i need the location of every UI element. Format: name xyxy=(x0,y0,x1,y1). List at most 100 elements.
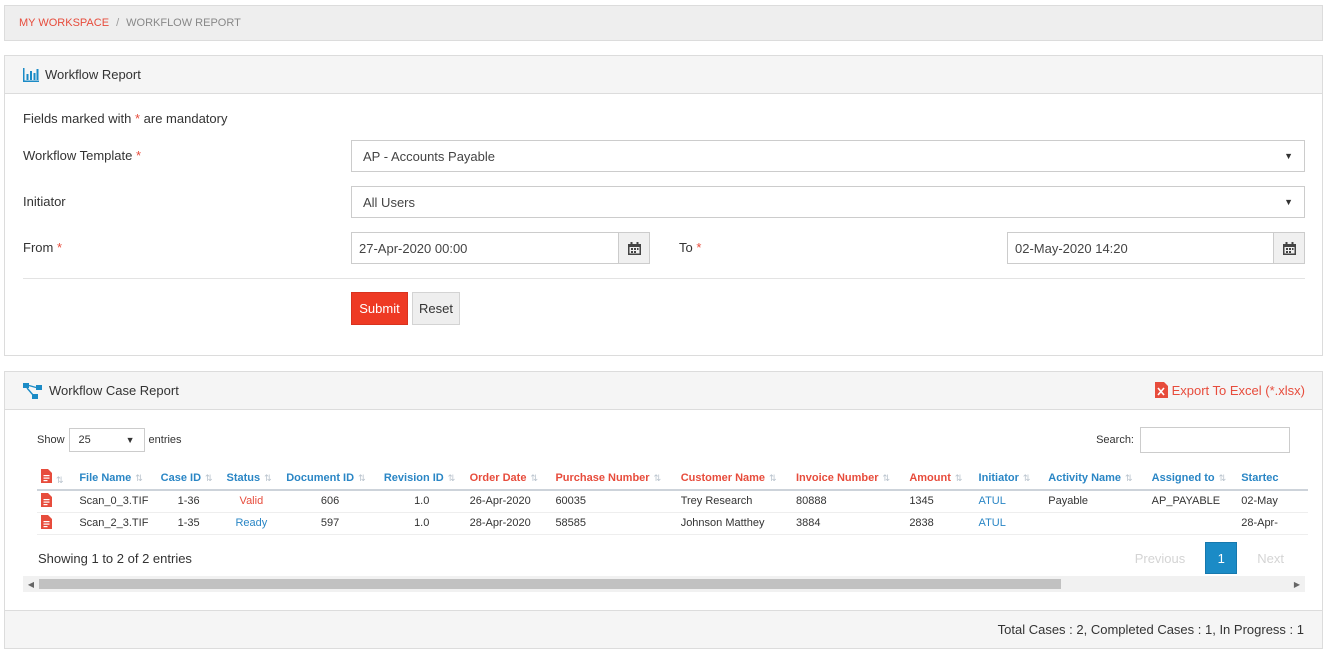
to-label: To * xyxy=(679,240,702,255)
mandatory-note: Fields marked with * are mandatory xyxy=(23,111,228,126)
col-revision-id[interactable]: Revision ID ⇅ xyxy=(377,466,464,491)
document-icon xyxy=(41,469,52,483)
page-1-button[interactable]: 1 xyxy=(1205,542,1238,574)
scroll-left-icon[interactable]: ◀ xyxy=(23,576,39,592)
case-summary: Total Cases : 2, Completed Cases : 1, In… xyxy=(997,622,1304,637)
col-purchase-number[interactable]: Purchase Number ⇅ xyxy=(549,466,675,491)
from-date-input[interactable]: 27-Apr-2020 00:00 xyxy=(351,232,650,264)
cell-activity-name xyxy=(1042,512,1146,535)
col-activity-name[interactable]: Activity Name ⇅ xyxy=(1042,466,1146,491)
scroll-right-icon[interactable]: ▶ xyxy=(1289,576,1305,592)
col-started[interactable]: Startec xyxy=(1235,466,1308,491)
sort-icon: ⇅ xyxy=(264,472,272,483)
sort-icon: ⇅ xyxy=(653,472,662,483)
col-amount[interactable]: Amount ⇅ xyxy=(903,466,973,491)
workflow-report-header: Workflow Report xyxy=(5,56,1322,94)
sort-icon: ⇅ xyxy=(447,472,456,483)
sort-icon: ⇅ xyxy=(358,472,366,483)
export-excel-button[interactable]: Export To Excel (*.xlsx) xyxy=(1154,382,1305,398)
table-row[interactable]: Scan_2_3.TIF 1-35 Ready 597 1.0 28-Apr-2… xyxy=(37,512,1308,535)
form-divider xyxy=(23,278,1305,279)
submit-button[interactable]: Submit xyxy=(351,292,408,325)
cell-order-date: 28-Apr-2020 xyxy=(463,512,550,535)
cell-invoice-number: 3884 xyxy=(789,512,904,535)
col-customer-name[interactable]: Customer Name ⇅ xyxy=(674,466,790,491)
cell-purchase-number: 60035 xyxy=(549,490,675,513)
next-page-button[interactable]: Next xyxy=(1237,551,1304,566)
col-assigned-to[interactable]: Assigned to ⇅ xyxy=(1145,466,1236,491)
workflow-case-report-panel: Workflow Case Report Export To Excel (*.… xyxy=(4,371,1323,649)
sort-icon: ⇅ xyxy=(205,472,213,483)
cell-revision-id: 1.0 xyxy=(377,490,464,513)
col-status[interactable]: Status ⇅ xyxy=(220,466,281,491)
cell-assigned-to xyxy=(1145,512,1236,535)
breadcrumb-my-workspace[interactable]: MY WORKSPACE xyxy=(19,17,109,29)
document-icon-cell[interactable] xyxy=(37,490,74,513)
file-icon-column[interactable]: ⇅ xyxy=(37,466,74,491)
col-case-id[interactable]: Case ID ⇅ xyxy=(154,466,221,491)
cell-activity-name: Payable xyxy=(1042,490,1146,513)
sort-icon: ⇅ xyxy=(1125,472,1133,483)
breadcrumb-current: WORKFLOW REPORT xyxy=(126,17,241,29)
sort-icon: ⇅ xyxy=(1022,472,1031,483)
sort-icon: ⇅ xyxy=(135,472,143,483)
bar-chart-icon xyxy=(23,67,39,82)
col-initiator[interactable]: Initiator ⇅ xyxy=(972,466,1043,491)
initiator-label: Initiator xyxy=(23,194,66,209)
sort-icon: ⇅ xyxy=(530,472,538,483)
calendar-icon[interactable] xyxy=(1273,233,1304,263)
case-table-wrapper: ⇅ File Name ⇅ Case ID ⇅ Status ⇅ Document I… xyxy=(37,466,1308,542)
panel-title: Workflow Report xyxy=(45,67,141,82)
cell-customer-name: Johnson Matthey xyxy=(674,512,790,535)
calendar-icon[interactable] xyxy=(618,233,649,263)
col-invoice-number[interactable]: Invoice Number ⇅ xyxy=(789,466,904,491)
caret-down-icon: ▼ xyxy=(1284,151,1293,161)
case-summary-footer: Total Cases : 2, Completed Cases : 1, In… xyxy=(5,610,1322,648)
cell-assigned-to: AP_PAYABLE xyxy=(1145,490,1236,513)
cell-customer-name: Trey Research xyxy=(674,490,790,513)
workflow-icon xyxy=(23,382,43,399)
cell-order-date: 26-Apr-2020 xyxy=(463,490,550,513)
document-icon-cell[interactable] xyxy=(37,512,74,535)
caret-down-icon: ▼ xyxy=(1284,197,1293,207)
col-document-id[interactable]: Document ID ⇅ xyxy=(280,466,378,491)
breadcrumb: MY WORKSPACE / WORKFLOW REPORT xyxy=(4,5,1323,41)
scrollbar-thumb[interactable] xyxy=(39,579,1061,589)
cell-status: Ready xyxy=(220,512,281,535)
cell-case-id: 1-35 xyxy=(154,512,221,535)
horizontal-scrollbar[interactable]: ◀ ▶ xyxy=(23,576,1305,592)
workflow-template-select[interactable]: AP - Accounts Payable ▼ xyxy=(351,140,1305,172)
cell-file-name: Scan_2_3.TIF xyxy=(73,512,155,535)
to-date-input[interactable]: 02-May-2020 14:20 xyxy=(1007,232,1305,264)
sort-icon: ⇅ xyxy=(882,472,891,483)
cell-document-id: 606 xyxy=(280,490,378,513)
cell-initiator[interactable]: ATUL xyxy=(972,512,1043,535)
table-row[interactable]: Scan_0_3.TIF 1-36 Valid 606 1.0 26-Apr-2… xyxy=(37,490,1308,513)
search-input[interactable] xyxy=(1140,427,1290,453)
cell-started: 02-May xyxy=(1235,490,1308,513)
cell-case-id: 1-36 xyxy=(154,490,221,513)
previous-page-button[interactable]: Previous xyxy=(1115,551,1206,566)
page-length-select[interactable]: 25 ▼ xyxy=(68,428,145,452)
cell-started: 28-Apr- xyxy=(1235,512,1308,535)
case-report-header: Workflow Case Report xyxy=(5,372,1322,410)
cell-initiator[interactable]: ATUL xyxy=(972,490,1043,513)
cell-invoice-number: 80888 xyxy=(789,490,904,513)
search-control: Search: xyxy=(1096,427,1290,453)
cell-status: Valid xyxy=(220,490,281,513)
pagination: Previous 1 Next xyxy=(1115,542,1304,574)
document-icon xyxy=(41,492,52,507)
cell-amount: 1345 xyxy=(903,490,973,513)
cell-purchase-number: 58585 xyxy=(549,512,675,535)
page-length-control: Show 25 ▼ entries xyxy=(37,428,182,452)
panel-title: Workflow Case Report xyxy=(49,383,179,398)
initiator-select[interactable]: All Users ▼ xyxy=(351,186,1305,218)
workflow-template-label: Workflow Template * xyxy=(23,148,142,163)
sort-icon: ⇅ xyxy=(1218,472,1227,483)
cell-revision-id: 1.0 xyxy=(377,512,464,535)
caret-down-icon: ▼ xyxy=(125,435,135,445)
sort-icon: ⇅ xyxy=(769,472,777,483)
reset-button[interactable]: Reset xyxy=(412,292,460,325)
col-file-name[interactable]: File Name ⇅ xyxy=(73,466,155,491)
col-order-date[interactable]: Order Date ⇅ xyxy=(463,466,550,491)
